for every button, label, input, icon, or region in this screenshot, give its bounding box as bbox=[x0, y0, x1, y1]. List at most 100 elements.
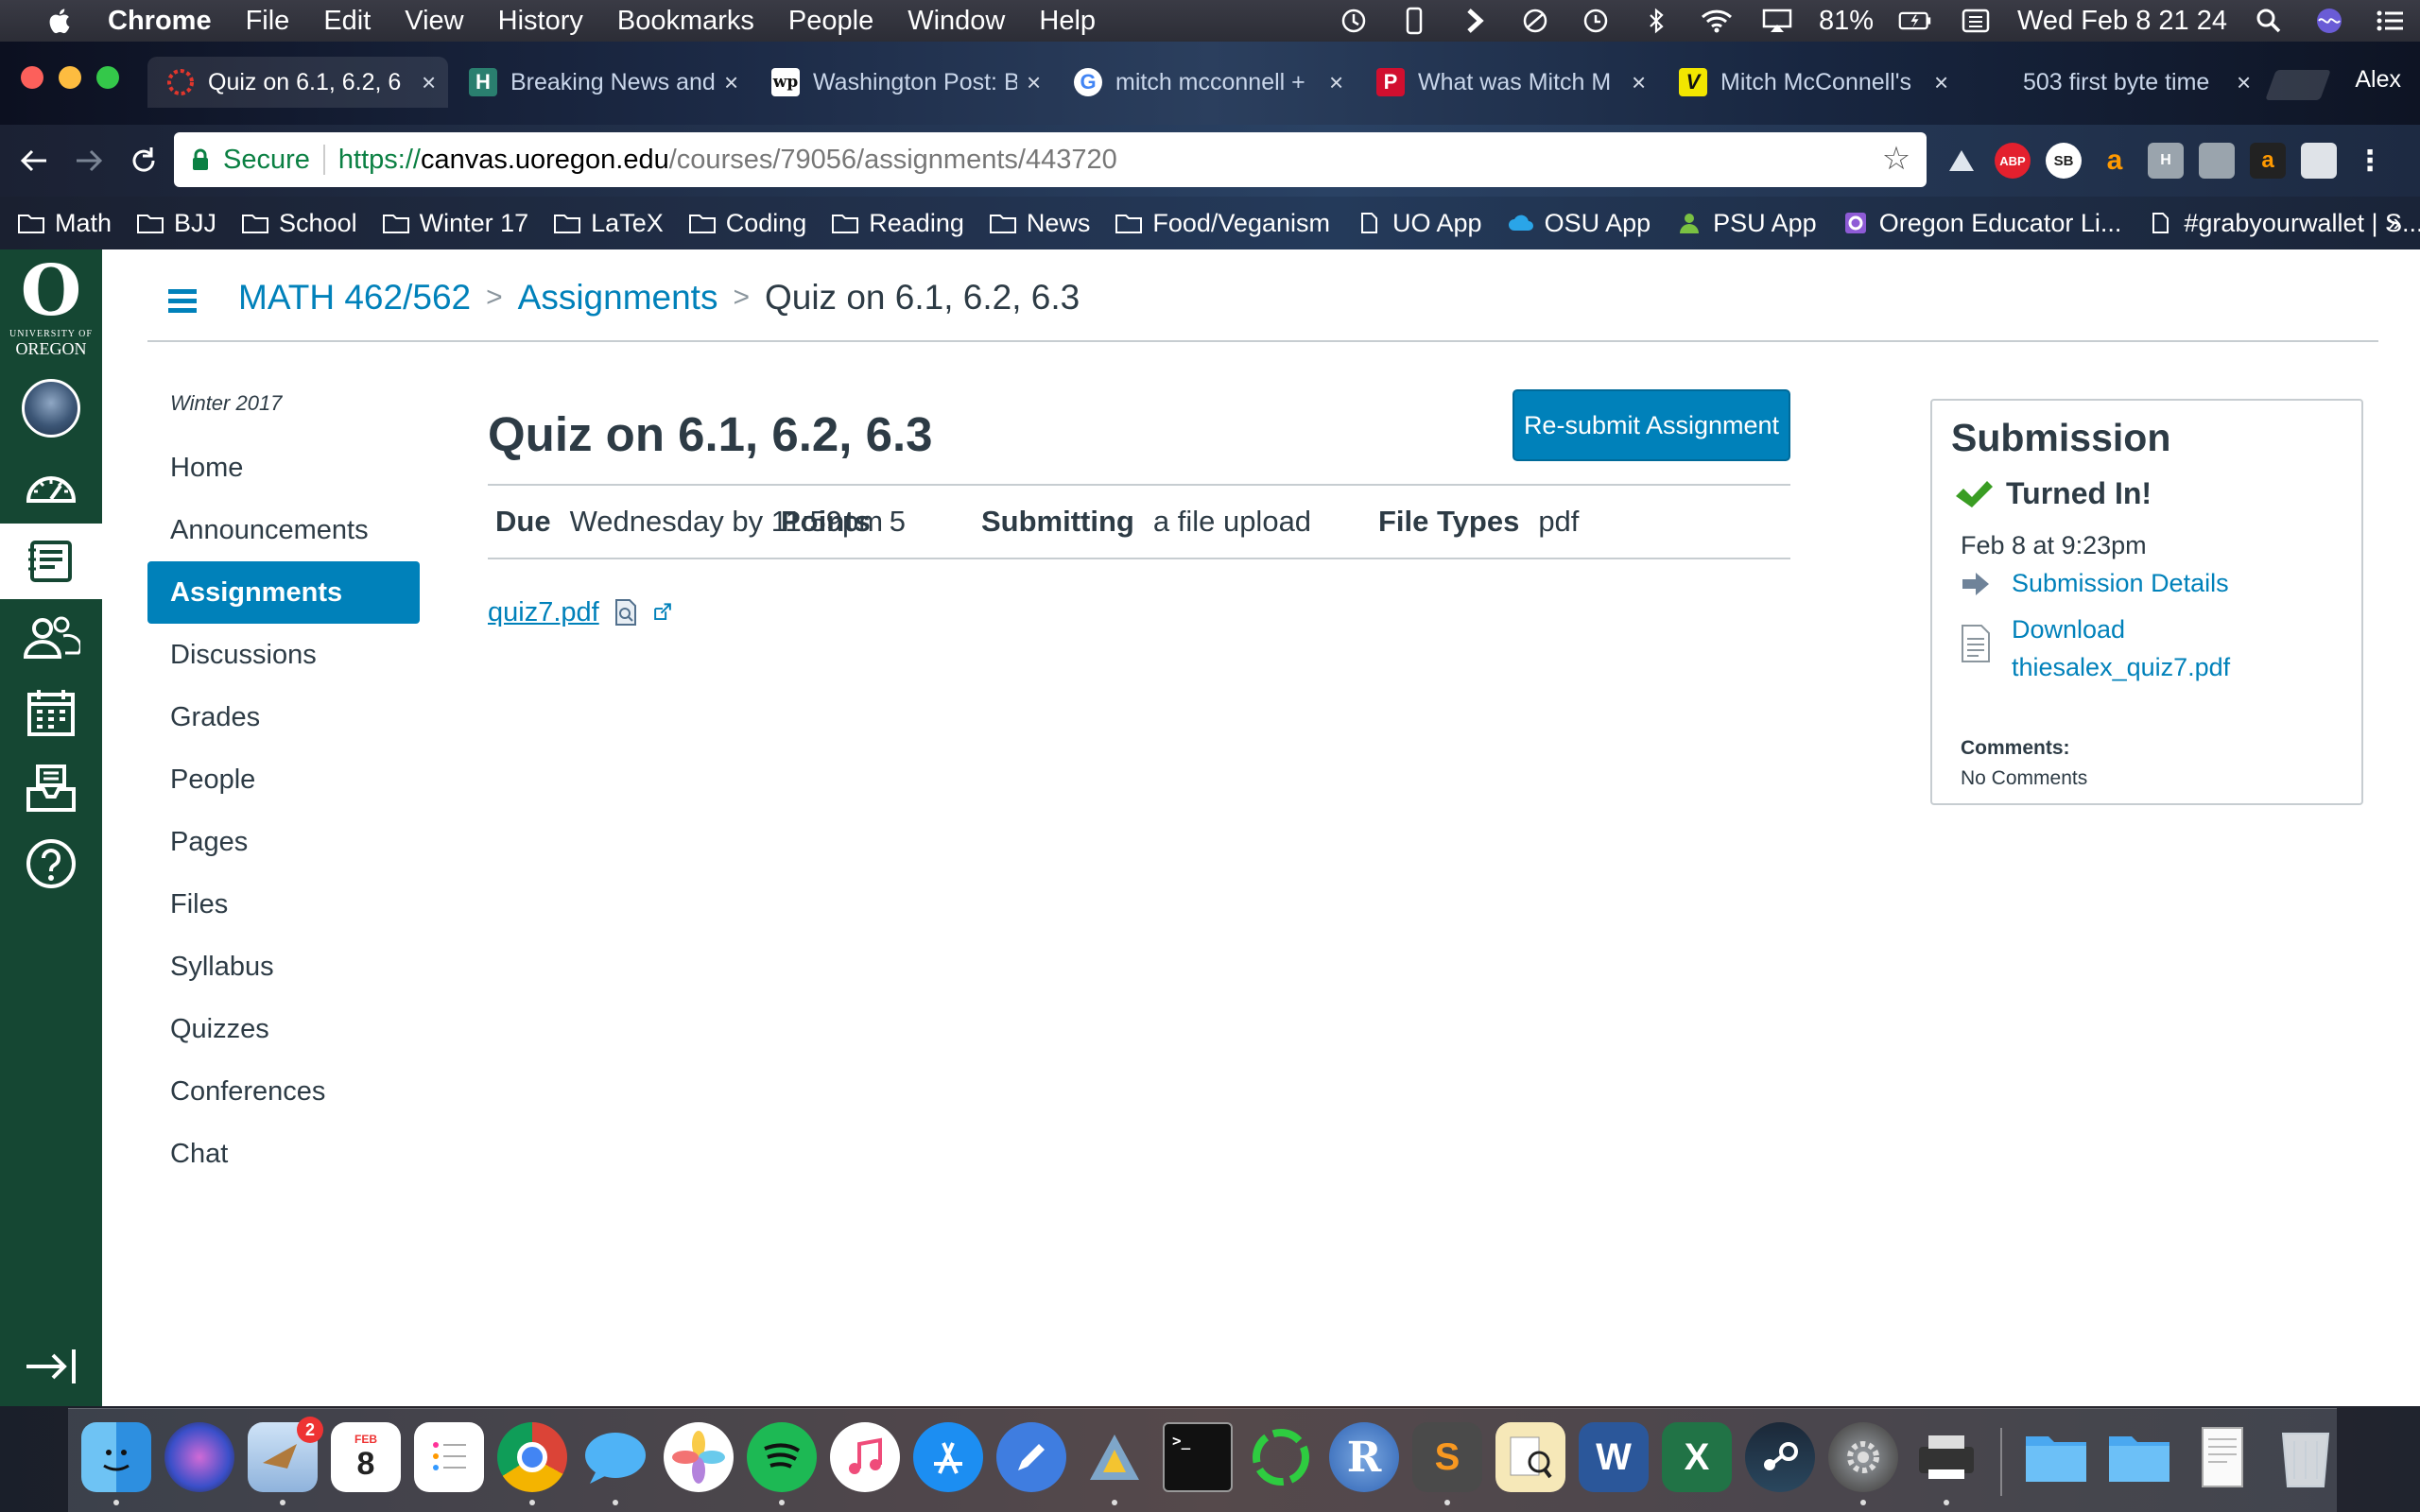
word-app-icon[interactable]: W bbox=[1579, 1422, 1649, 1492]
forward-arrow-icon[interactable] bbox=[68, 140, 110, 181]
bookmark-latex[interactable]: LaTeX bbox=[553, 209, 664, 238]
resubmit-assignment-button[interactable]: Re-submit Assignment bbox=[1512, 389, 1790, 461]
bookmark-psu-app[interactable]: PSU App bbox=[1675, 209, 1817, 238]
address-bar[interactable]: Secure https:// canvas.uoregon.edu /cour… bbox=[174, 132, 1927, 187]
submission-details-link[interactable]: Submission Details bbox=[1961, 569, 2229, 598]
course-nav-home[interactable]: Home bbox=[147, 437, 420, 499]
preview-document-icon[interactable] bbox=[613, 598, 639, 627]
course-nav-files[interactable]: Files bbox=[147, 873, 420, 936]
course-nav-conferences[interactable]: Conferences bbox=[147, 1060, 420, 1123]
tab-close-icon[interactable]: × bbox=[422, 68, 436, 97]
notification-center-icon[interactable] bbox=[2373, 7, 2407, 35]
course-nav-chat[interactable]: Chat bbox=[147, 1123, 420, 1185]
menu-help[interactable]: Help bbox=[1039, 6, 1096, 37]
reminders-app-icon[interactable] bbox=[414, 1422, 484, 1492]
trash-icon[interactable] bbox=[2271, 1422, 2341, 1492]
r-app-icon[interactable]: R bbox=[1329, 1422, 1399, 1492]
breadcrumb-assignments[interactable]: Assignments bbox=[518, 278, 718, 318]
bookmark-ext-icon[interactable] bbox=[2301, 143, 2337, 179]
breadcrumb-course[interactable]: MATH 462/562 bbox=[238, 278, 471, 318]
menu-chrome[interactable]: Chrome bbox=[108, 6, 212, 37]
ext-page-icon[interactable] bbox=[2199, 143, 2235, 179]
bookmark-math[interactable]: Math bbox=[17, 209, 112, 238]
mail-app-icon[interactable]: 2 bbox=[248, 1417, 323, 1492]
bookmark-bjj[interactable]: BJJ bbox=[136, 209, 216, 238]
tab-close-icon[interactable]: × bbox=[724, 68, 738, 97]
menu-view[interactable]: View bbox=[405, 6, 463, 37]
collapse-nav-icon[interactable] bbox=[25, 1346, 78, 1387]
spotify-app-icon[interactable] bbox=[747, 1422, 817, 1492]
airplay-icon[interactable] bbox=[1760, 7, 1794, 35]
bookmark-winter-17[interactable]: Winter 17 bbox=[382, 209, 528, 238]
course-nav-discussions[interactable]: Discussions bbox=[147, 624, 420, 686]
course-nav-quizzes[interactable]: Quizzes bbox=[147, 998, 420, 1060]
notability-app-icon[interactable] bbox=[996, 1422, 1066, 1492]
course-menu-toggle-icon[interactable] bbox=[168, 272, 197, 329]
time-machine-icon[interactable] bbox=[1337, 7, 1371, 35]
wifi-icon[interactable] bbox=[1700, 7, 1734, 35]
sb-icon[interactable]: SB bbox=[2046, 143, 2082, 179]
tab-close-icon[interactable]: × bbox=[1632, 68, 1646, 97]
bookmark-food-veganism[interactable]: Food/Veganism bbox=[1115, 209, 1330, 238]
system-preferences-icon[interactable] bbox=[1828, 1422, 1898, 1492]
history-icon[interactable] bbox=[1579, 7, 1613, 35]
download-submission-link[interactable]: Download thiesalex_quiz7.pdf bbox=[1961, 610, 2230, 686]
bookmark-grabyourwallet[interactable]: #grabyourwallet | S... bbox=[2146, 209, 2420, 238]
battery-icon[interactable] bbox=[1898, 7, 1932, 35]
university-of-oregon-logo[interactable]: O UNIVERSITY OF OREGON bbox=[0, 249, 102, 358]
menu-edit[interactable]: Edit bbox=[323, 6, 371, 37]
spotlight-icon[interactable] bbox=[2252, 7, 2286, 35]
attachment-link[interactable]: quiz7.pdf bbox=[488, 597, 599, 628]
global-nav-groups[interactable] bbox=[0, 599, 102, 675]
course-nav-announcements[interactable]: Announcements bbox=[147, 499, 420, 561]
external-link-icon[interactable] bbox=[652, 598, 673, 627]
tab-google-search[interactable]: G mitch mcconnell + × bbox=[1055, 57, 1356, 108]
minimize-window-button[interactable] bbox=[59, 66, 81, 89]
course-nav-pages[interactable]: Pages bbox=[147, 811, 420, 873]
tab-close-icon[interactable]: × bbox=[1329, 68, 1343, 97]
course-nav-people[interactable]: People bbox=[147, 748, 420, 811]
tab-breaking-news[interactable]: H Breaking News and × bbox=[450, 57, 751, 108]
reload-icon[interactable] bbox=[123, 140, 164, 181]
tab-close-icon[interactable]: × bbox=[1934, 68, 1948, 97]
app-store-icon[interactable] bbox=[913, 1422, 983, 1492]
back-arrow-icon[interactable] bbox=[13, 140, 55, 181]
shiny-app-icon[interactable] bbox=[1246, 1422, 1316, 1492]
bluetooth-icon[interactable] bbox=[1639, 7, 1673, 35]
tab-503-error[interactable]: 503 first byte time × bbox=[1962, 57, 2263, 108]
bookmark-osu-app[interactable]: OSU App bbox=[1507, 209, 1651, 238]
documents-folder-icon[interactable] bbox=[2104, 1422, 2174, 1492]
preview-app-icon[interactable] bbox=[1495, 1422, 1565, 1492]
printer-app-icon[interactable] bbox=[1911, 1422, 1981, 1492]
bookmarks-overflow-icon[interactable]: » bbox=[2388, 208, 2401, 237]
bookmark-news[interactable]: News bbox=[989, 209, 1090, 238]
bookmark-reading[interactable]: Reading bbox=[831, 209, 964, 238]
menu-bookmarks[interactable]: Bookmarks bbox=[617, 6, 754, 37]
menu-history[interactable]: History bbox=[498, 6, 583, 37]
dnd-icon[interactable] bbox=[1518, 7, 1552, 35]
cyberduck-app-icon[interactable] bbox=[1080, 1422, 1150, 1492]
menu-people[interactable]: People bbox=[788, 6, 873, 37]
finder-icon[interactable] bbox=[81, 1422, 151, 1492]
bookmark-uo-app[interactable]: UO App bbox=[1355, 209, 1482, 238]
calendar-app-icon[interactable]: FEB 8 bbox=[331, 1422, 401, 1492]
close-window-button[interactable] bbox=[21, 66, 43, 89]
excel-app-icon[interactable]: X bbox=[1662, 1422, 1732, 1492]
bookmark-star-icon[interactable]: ☆ bbox=[1879, 142, 1913, 176]
siri-icon[interactable] bbox=[2312, 7, 2346, 35]
amazon-assistant-icon[interactable]: a bbox=[2250, 143, 2286, 179]
course-nav-grades[interactable]: Grades bbox=[147, 686, 420, 748]
amazon-icon[interactable]: a bbox=[2097, 143, 2133, 179]
photos-app-icon[interactable] bbox=[664, 1422, 734, 1492]
messages-app-icon[interactable] bbox=[580, 1422, 650, 1492]
phone-icon[interactable] bbox=[1397, 7, 1431, 35]
course-nav-assignments[interactable]: Assignments bbox=[147, 561, 420, 624]
menu-file[interactable]: File bbox=[246, 6, 290, 37]
steam-app-icon[interactable] bbox=[1745, 1422, 1815, 1492]
adblock-plus-icon[interactable]: ABP bbox=[1995, 143, 2031, 179]
global-nav-dashboard[interactable] bbox=[0, 448, 102, 524]
global-nav-calendar[interactable] bbox=[0, 675, 102, 750]
ext-h-icon[interactable]: H bbox=[2148, 143, 2184, 179]
apple-logo-icon[interactable] bbox=[38, 7, 79, 35]
zoom-window-button[interactable] bbox=[96, 66, 119, 89]
